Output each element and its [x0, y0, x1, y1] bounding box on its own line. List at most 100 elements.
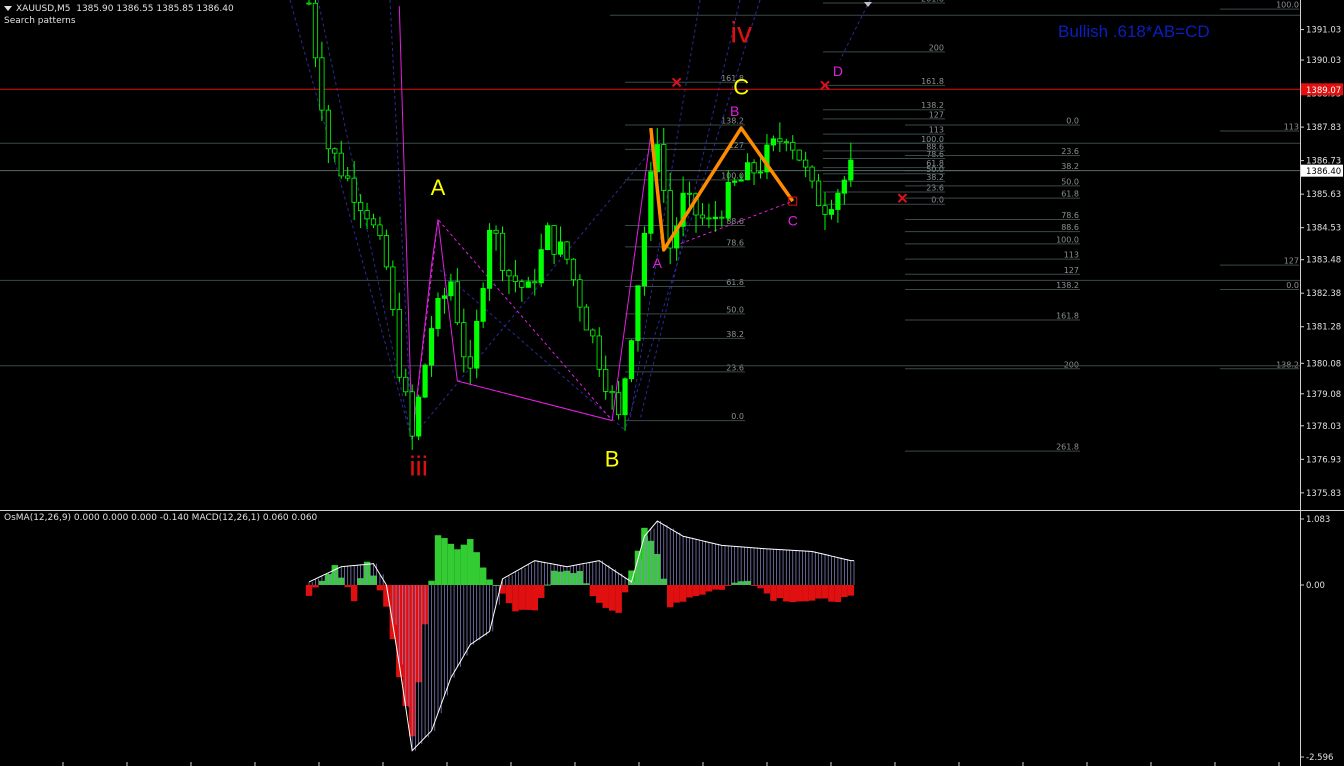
- osma-bar: [473, 552, 480, 585]
- candle-body: [461, 322, 467, 358]
- candle-body: [409, 391, 415, 437]
- osma-bar: [525, 585, 532, 610]
- fib-mid-label: 0.0: [931, 196, 944, 205]
- candle-body: [577, 279, 583, 308]
- osma-bar: [608, 585, 616, 611]
- candle-body: [757, 171, 764, 174]
- osma-bar: [796, 585, 803, 602]
- osma-bar: [538, 585, 545, 598]
- candle-body: [332, 148, 338, 154]
- candle-body: [603, 368, 609, 392]
- osma-bar: [712, 585, 719, 590]
- fib-right-label: 100.0: [1056, 235, 1079, 244]
- osma-bar: [718, 585, 726, 590]
- candle-body: [345, 175, 351, 179]
- fib-left-label: 0.0: [731, 412, 744, 421]
- osma-bar: [589, 585, 597, 597]
- symbol-label: XAUUSD,M5: [16, 4, 71, 14]
- fib-right-label: 23.6: [1061, 147, 1079, 156]
- price-axis-label: 1391.03: [1306, 26, 1341, 36]
- fib-mid-label: 127: [929, 110, 944, 119]
- osma-bar: [460, 544, 468, 585]
- fib-mid-label: 38.2: [926, 173, 944, 182]
- indicator-axis-label: 0.00: [1306, 581, 1325, 591]
- candle-body: [493, 229, 499, 234]
- fib-right-label: 61.8: [1061, 190, 1079, 199]
- osma-bar: [441, 538, 448, 585]
- fib-right-label: 138.2: [1056, 281, 1079, 290]
- candle-body: [635, 285, 641, 342]
- osma-bar: [434, 535, 442, 585]
- osma-bar: [847, 585, 855, 596]
- fib-right-label: 113: [1064, 251, 1079, 260]
- candle-body: [616, 392, 622, 416]
- osma-bar: [725, 585, 732, 586]
- fib-far-label: 138.2: [1276, 360, 1299, 369]
- candle-body: [441, 295, 448, 299]
- osma-bar: [602, 585, 609, 608]
- price-axis-label: 1381.28: [1306, 323, 1341, 333]
- candle-body: [480, 287, 486, 322]
- wave-label: D: [833, 63, 843, 79]
- candle-body: [641, 232, 648, 287]
- price-axis-label: 1383.48: [1306, 256, 1341, 266]
- candle-body: [732, 180, 738, 183]
- osma-bar: [454, 549, 461, 585]
- fib-right-label: 0.0: [1066, 116, 1079, 125]
- candle-body: [699, 214, 706, 219]
- indicator-axis-label: 1.083: [1306, 515, 1330, 525]
- fib-far-label: 100.0: [1276, 1, 1299, 10]
- candle-body: [725, 181, 731, 219]
- osma-bar: [763, 585, 771, 594]
- candle-body: [841, 179, 847, 194]
- candle-body: [435, 298, 441, 329]
- osma-bar: [305, 585, 313, 596]
- osma-bar: [705, 585, 713, 592]
- osma-bar: [596, 585, 603, 603]
- fib-mid-label: 261.8: [921, 0, 944, 4]
- fib-mid-label: 113: [929, 126, 944, 135]
- candle-body: [454, 281, 460, 324]
- candle-body: [325, 109, 331, 150]
- fib-mid-label: 78.6: [926, 150, 944, 159]
- candle-body: [803, 159, 809, 168]
- candle-body: [486, 229, 493, 289]
- osma-bar: [841, 585, 848, 597]
- osma-bar: [789, 585, 796, 603]
- candle-body: [590, 329, 596, 337]
- candle-body: [370, 218, 377, 226]
- current-price-text: 1386.40: [1306, 167, 1341, 177]
- fib-left-label: 100.0: [721, 171, 744, 180]
- candle-body: [512, 275, 519, 283]
- candle-body: [557, 241, 564, 255]
- candle-body: [648, 171, 654, 234]
- osma-bar: [621, 585, 629, 593]
- osma-bar: [505, 585, 513, 604]
- candle-body: [338, 152, 344, 177]
- fib-left-label: 23.6: [726, 363, 744, 372]
- osma-bar: [750, 585, 758, 586]
- osma-bar: [828, 585, 835, 602]
- candle-body: [390, 266, 396, 310]
- candle-body: [532, 281, 538, 284]
- osma-bar: [428, 580, 435, 585]
- osma-bar: [757, 585, 764, 589]
- candle-body: [564, 241, 570, 260]
- osma-bar: [667, 585, 674, 608]
- osma-bar: [531, 585, 538, 611]
- search-patterns-label: Search patterns: [4, 16, 76, 26]
- price-axis-label: 1390.03: [1306, 56, 1341, 66]
- price-chart[interactable]: 161.8138.2127100.088.678.661.850.038.223…: [0, 0, 1344, 766]
- fib-mid-label: 200: [929, 43, 944, 52]
- candle-body: [706, 217, 712, 220]
- candle-body: [751, 162, 757, 174]
- osma-bar: [834, 585, 842, 602]
- osma-bar: [776, 585, 784, 599]
- wave-label: A: [431, 175, 446, 200]
- dropdown-triangle-icon[interactable]: [4, 6, 12, 11]
- osma-bar: [815, 585, 822, 599]
- candle-body: [596, 335, 602, 370]
- candle-body: [422, 364, 428, 398]
- candle-body: [448, 281, 454, 297]
- fib-mid-label: 161.8: [921, 77, 944, 86]
